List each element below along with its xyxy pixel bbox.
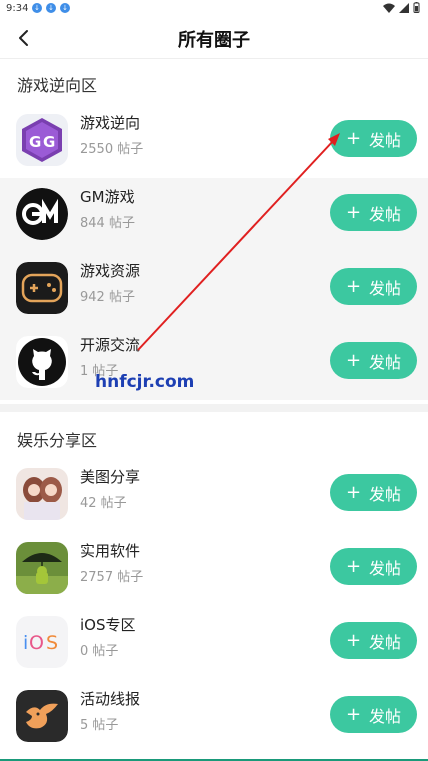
watermark-text: hnfcjr.com [95, 372, 195, 392]
annotation-arrow [137, 133, 340, 351]
